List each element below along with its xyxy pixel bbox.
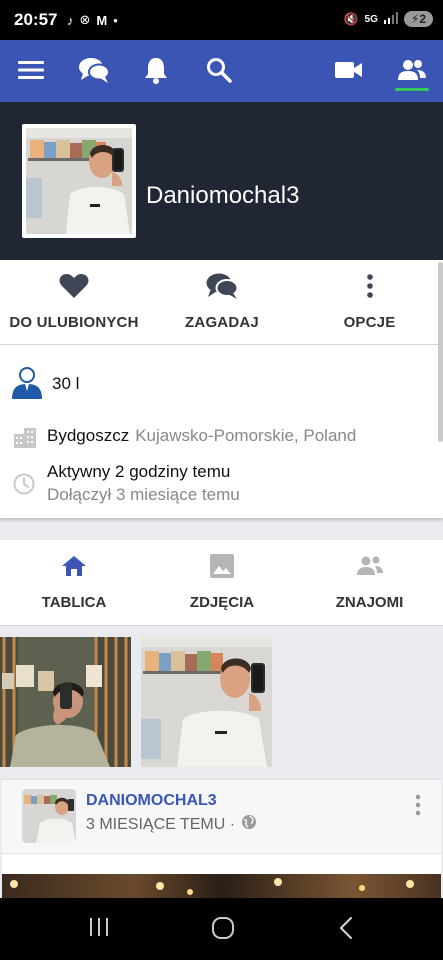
options-label: OPCJE xyxy=(343,314,396,331)
add-to-favorites-button[interactable]: DO ULUBIONYCH xyxy=(0,260,148,345)
friends-icon[interactable] xyxy=(396,54,428,86)
gallery-photo-2[interactable] xyxy=(141,637,272,767)
heart-icon xyxy=(59,272,89,300)
tab-wall[interactable]: TABLICA xyxy=(0,540,148,626)
age-value: 30 l xyxy=(52,374,80,393)
activity-texts: Aktywny 2 godziny temu Dołączył 3 miesią… xyxy=(47,462,240,505)
profile-username: Daniomochal3 xyxy=(146,182,300,209)
status-bar: 20:57 ♪ ⊗ M • 🔇 5G ⚡2 xyxy=(0,0,443,40)
people-icon xyxy=(356,552,384,580)
city-name: Bydgoszcz xyxy=(47,426,130,445)
tab-friends-label: ZNAJOMI xyxy=(335,594,404,611)
profile-avatar[interactable] xyxy=(22,124,136,238)
scrollbar[interactable] xyxy=(438,262,443,442)
battery-level: 2 xyxy=(419,12,426,26)
system-navigation-bar xyxy=(0,898,443,960)
more-vert-icon xyxy=(366,272,374,300)
mute-icon: 🔇 xyxy=(343,12,359,26)
person-icon xyxy=(10,365,44,404)
dot: • xyxy=(113,12,118,28)
active-tab-indicator xyxy=(395,88,429,91)
tab-photos-label: ZDJĘCIA xyxy=(189,594,255,611)
tab-wall-label: TABLICA xyxy=(41,594,107,611)
post-header: DANIOMOCHAL3 3 MIESIĄCE TEMU · xyxy=(2,780,441,854)
search-icon[interactable] xyxy=(203,54,235,86)
joined-text: Dołączył 3 miesiące temu xyxy=(47,485,240,504)
tiktok-icon: ♪ xyxy=(67,12,74,28)
post-image-preview[interactable] xyxy=(2,874,441,898)
region-name: Kujawsko-Pomorskie, Poland xyxy=(135,426,357,445)
last-active-text: Aktywny 2 godziny temu xyxy=(47,462,231,481)
profile-photo xyxy=(26,128,132,234)
video-icon[interactable] xyxy=(333,54,365,86)
recent-apps-icon[interactable] xyxy=(88,916,110,943)
profile-actions: DO ULUBIONYCH ZAGADAJ OPCJE xyxy=(0,260,443,345)
chat-icon xyxy=(205,272,239,300)
5g-icon: 5G xyxy=(364,13,378,25)
globe-icon xyxy=(241,814,257,835)
tab-friends[interactable]: ZNAJOMI xyxy=(296,540,443,626)
gallery-photo-1[interactable] xyxy=(0,637,131,767)
options-button[interactable]: OPCJE xyxy=(296,260,443,345)
signal-icon xyxy=(383,11,398,27)
app-icon: ⊗ xyxy=(79,12,91,27)
menu-icon[interactable] xyxy=(15,54,47,86)
tab-photos[interactable]: ZDJĘCIA xyxy=(148,540,296,626)
status-time: 20:57 xyxy=(14,10,58,29)
profile-info-card: 30 l Bydgoszcz Kujawsko-Pomorskie, Polan… xyxy=(0,345,443,518)
gmail-icon: M xyxy=(96,12,108,28)
post-time: 3 MIESIĄCE TEMU · xyxy=(86,815,236,833)
add-to-favorites-label: DO ULUBIONYCH xyxy=(9,314,139,331)
post-time-row: 3 MIESIĄCE TEMU · xyxy=(86,814,257,835)
status-notification-icons: ♪ ⊗ M • xyxy=(67,12,118,28)
home-icon xyxy=(61,552,87,580)
profile-header: Daniomochal3 xyxy=(0,102,443,260)
status-system-icons: 🔇 5G ⚡2 xyxy=(344,11,433,27)
back-icon[interactable] xyxy=(338,916,354,945)
post-author-avatar[interactable] xyxy=(22,789,76,843)
post-more-icon[interactable] xyxy=(415,794,421,821)
top-navigation-bar xyxy=(0,40,443,102)
clock-icon xyxy=(13,473,35,500)
post-author-name[interactable]: DANIOMOCHAL3 xyxy=(86,792,217,810)
home-button-icon[interactable] xyxy=(211,916,235,945)
chat-icon[interactable] xyxy=(78,54,110,86)
image-icon xyxy=(209,552,235,580)
building-icon xyxy=(14,428,36,453)
chat-label: ZAGADAJ xyxy=(185,314,259,331)
profile-tabs: TABLICA ZDJĘCIA ZNAJOMI xyxy=(0,540,443,626)
chat-button[interactable]: ZAGADAJ xyxy=(148,260,296,345)
battery-indicator: ⚡2 xyxy=(403,11,433,27)
location-row: Bydgoszcz Kujawsko-Pomorskie, Poland xyxy=(14,426,356,453)
activity-row: Aktywny 2 godziny temu Dołączył 3 miesią… xyxy=(13,462,240,505)
wall-post: DANIOMOCHAL3 3 MIESIĄCE TEMU · xyxy=(2,779,441,874)
bell-icon[interactable] xyxy=(140,54,172,86)
age-row: 30 l xyxy=(10,365,79,404)
